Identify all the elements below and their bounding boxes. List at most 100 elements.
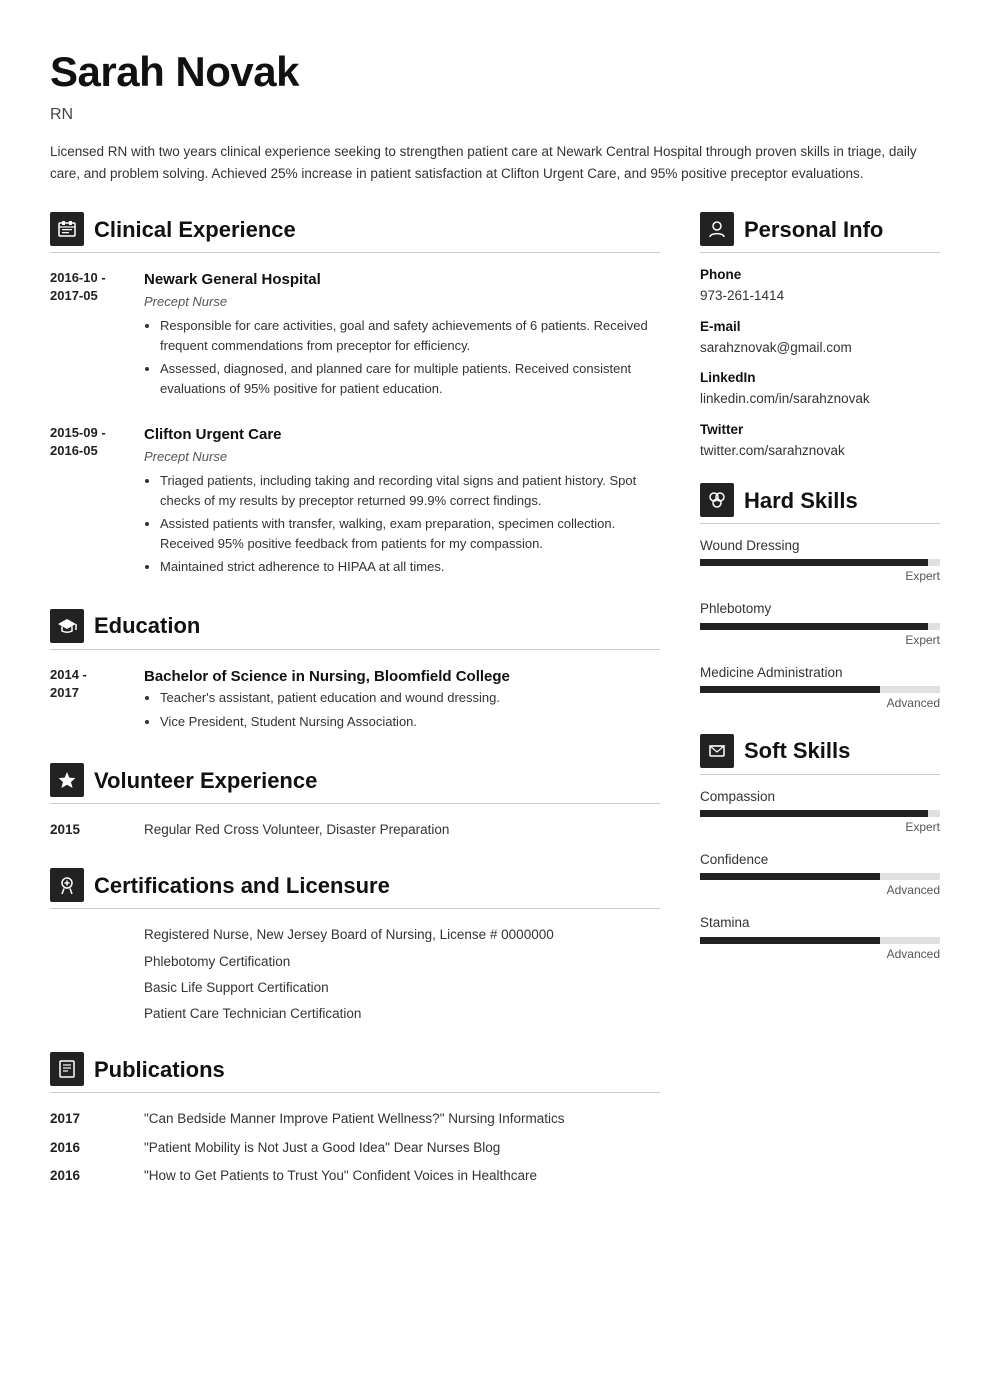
soft-skill-level-2: Advanced xyxy=(700,945,940,963)
volunteer-desc-0: Regular Red Cross Volunteer, Disaster Pr… xyxy=(144,820,449,840)
experience-entry-0: 2016-10 - 2017-05 Newark General Hospita… xyxy=(50,269,660,402)
soft-skill-fill-0 xyxy=(700,810,928,817)
publications-icon xyxy=(50,1052,84,1086)
education-degree-0: Bachelor of Science in Nursing, Bloomfie… xyxy=(144,666,660,689)
hard-skill-fill-0 xyxy=(700,559,928,566)
experience-employer-0: Newark General Hospital xyxy=(144,269,660,292)
publication-entry-1: 2016 "Patient Mobility is Not Just a Goo… xyxy=(50,1138,660,1158)
personal-info-section: Personal Info Phone 973-261-1414 E-mail … xyxy=(700,212,940,461)
bullet: Assessed, diagnosed, and planned care fo… xyxy=(160,359,660,398)
cert-item-3: Patient Care Technician Certification xyxy=(144,1004,660,1024)
pub-year-1: 2016 xyxy=(50,1138,130,1158)
personal-linkedin: LinkedIn linkedin.com/in/sarahznovak xyxy=(700,368,940,410)
publications-section: Publications 2017 "Can Bedside Manner Im… xyxy=(50,1052,660,1186)
hard-skill-bar-2 xyxy=(700,686,940,693)
hard-skills-header: Hard Skills xyxy=(700,483,940,524)
soft-skills-title: Soft Skills xyxy=(744,734,850,767)
soft-skill-bar-0 xyxy=(700,810,940,817)
hard-skills-title: Hard Skills xyxy=(744,484,858,517)
certifications-title: Certifications and Licensure xyxy=(94,869,390,902)
education-date-0: 2014 - 2017 xyxy=(50,666,130,736)
cert-item-1: Phlebotomy Certification xyxy=(144,952,660,972)
soft-skill-name-0: Compassion xyxy=(700,787,940,807)
bullet: Triaged patients, including taking and r… xyxy=(160,471,660,510)
experience-bullets-0: Responsible for care activities, goal an… xyxy=(144,316,660,398)
clinical-experience-section: Clinical Experience 2016-10 - 2017-05 Ne… xyxy=(50,212,660,581)
certifications-section: Certifications and Licensure Registered … xyxy=(50,868,660,1024)
bullet: Vice President, Student Nursing Associat… xyxy=(160,712,660,732)
volunteer-header: Volunteer Experience xyxy=(50,763,660,804)
hard-skill-name-1: Phlebotomy xyxy=(700,599,940,619)
experience-bullets-1: Triaged patients, including taking and r… xyxy=(144,471,660,577)
hard-skill-0: Wound Dressing Expert xyxy=(700,536,940,585)
clinical-experience-icon xyxy=(50,212,84,246)
experience-role-0: Precept Nurse xyxy=(144,292,660,312)
soft-skill-bar-1 xyxy=(700,873,940,880)
education-entry-0: 2014 - 2017 Bachelor of Science in Nursi… xyxy=(50,666,660,736)
publications-title: Publications xyxy=(94,1053,225,1086)
soft-skill-2: Stamina Advanced xyxy=(700,913,940,962)
experience-date-1: 2015-09 - 2016-05 xyxy=(50,424,130,581)
experience-body-1: Clifton Urgent Care Precept Nurse Triage… xyxy=(144,424,660,581)
publication-entry-2: 2016 "How to Get Patients to Trust You" … xyxy=(50,1166,660,1186)
hard-skill-fill-2 xyxy=(700,686,880,693)
right-column: Personal Info Phone 973-261-1414 E-mail … xyxy=(700,212,940,1214)
pub-year-0: 2017 xyxy=(50,1109,130,1129)
education-body-0: Bachelor of Science in Nursing, Bloomfie… xyxy=(144,666,660,736)
education-title: Education xyxy=(94,609,200,642)
pub-desc-2: "How to Get Patients to Trust You" Confi… xyxy=(144,1166,537,1186)
soft-skill-level-0: Expert xyxy=(700,818,940,836)
bullet: Responsible for care activities, goal an… xyxy=(160,316,660,355)
candidate-name: Sarah Novak xyxy=(50,40,940,103)
hard-skills-icon xyxy=(700,483,734,517)
resume-header: Sarah Novak RN Licensed RN with two year… xyxy=(50,40,940,184)
pub-desc-1: "Patient Mobility is Not Just a Good Ide… xyxy=(144,1138,500,1158)
soft-skill-fill-1 xyxy=(700,873,880,880)
soft-skill-name-1: Confidence xyxy=(700,850,940,870)
pub-desc-0: "Can Bedside Manner Improve Patient Well… xyxy=(144,1109,565,1129)
experience-employer-1: Clifton Urgent Care xyxy=(144,424,660,447)
hard-skill-fill-1 xyxy=(700,623,928,630)
soft-skills-icon xyxy=(700,734,734,768)
bullet: Assisted patients with transfer, walking… xyxy=(160,514,660,553)
volunteer-year-0: 2015 xyxy=(50,820,130,840)
education-icon xyxy=(50,609,84,643)
soft-skill-1: Confidence Advanced xyxy=(700,850,940,899)
publications-header: Publications xyxy=(50,1052,660,1093)
left-column: Clinical Experience 2016-10 - 2017-05 Ne… xyxy=(50,212,660,1214)
volunteer-section: Volunteer Experience 2015 Regular Red Cr… xyxy=(50,763,660,840)
hard-skill-2: Medicine Administration Advanced xyxy=(700,663,940,712)
personal-phone: Phone 973-261-1414 xyxy=(700,265,940,307)
hard-skill-level-2: Advanced xyxy=(700,694,940,712)
candidate-title: RN xyxy=(50,103,940,127)
hard-skill-1: Phlebotomy Expert xyxy=(700,599,940,648)
soft-skill-name-2: Stamina xyxy=(700,913,940,933)
soft-skills-section: Soft Skills Compassion Expert Confidence… xyxy=(700,734,940,963)
main-layout: Clinical Experience 2016-10 - 2017-05 Ne… xyxy=(50,212,940,1214)
experience-role-1: Precept Nurse xyxy=(144,447,660,467)
hard-skill-bar-0 xyxy=(700,559,940,566)
volunteer-entry-0: 2015 Regular Red Cross Volunteer, Disast… xyxy=(50,820,660,840)
cert-item-0: Registered Nurse, New Jersey Board of Nu… xyxy=(144,925,660,945)
hard-skill-name-2: Medicine Administration xyxy=(700,663,940,683)
bullet: Teacher's assistant, patient education a… xyxy=(160,688,660,708)
hard-skill-name-0: Wound Dressing xyxy=(700,536,940,556)
soft-skill-fill-2 xyxy=(700,937,880,944)
clinical-experience-header: Clinical Experience xyxy=(50,212,660,253)
personal-email: E-mail sarahznovak@gmail.com xyxy=(700,317,940,359)
soft-skill-bar-2 xyxy=(700,937,940,944)
experience-date-0: 2016-10 - 2017-05 xyxy=(50,269,130,402)
hard-skill-level-1: Expert xyxy=(700,631,940,649)
personal-info-header: Personal Info xyxy=(700,212,940,253)
volunteer-title: Volunteer Experience xyxy=(94,764,317,797)
certifications-list: Registered Nurse, New Jersey Board of Nu… xyxy=(50,925,660,1024)
candidate-summary: Licensed RN with two years clinical expe… xyxy=(50,141,940,184)
hard-skills-section: Hard Skills Wound Dressing Expert Phlebo… xyxy=(700,483,940,712)
publication-entry-0: 2017 "Can Bedside Manner Improve Patient… xyxy=(50,1109,660,1129)
personal-info-title: Personal Info xyxy=(744,213,883,246)
hard-skill-level-0: Expert xyxy=(700,567,940,585)
certifications-header: Certifications and Licensure xyxy=(50,868,660,909)
experience-entry-1: 2015-09 - 2016-05 Clifton Urgent Care Pr… xyxy=(50,424,660,581)
volunteer-icon xyxy=(50,763,84,797)
soft-skill-0: Compassion Expert xyxy=(700,787,940,836)
